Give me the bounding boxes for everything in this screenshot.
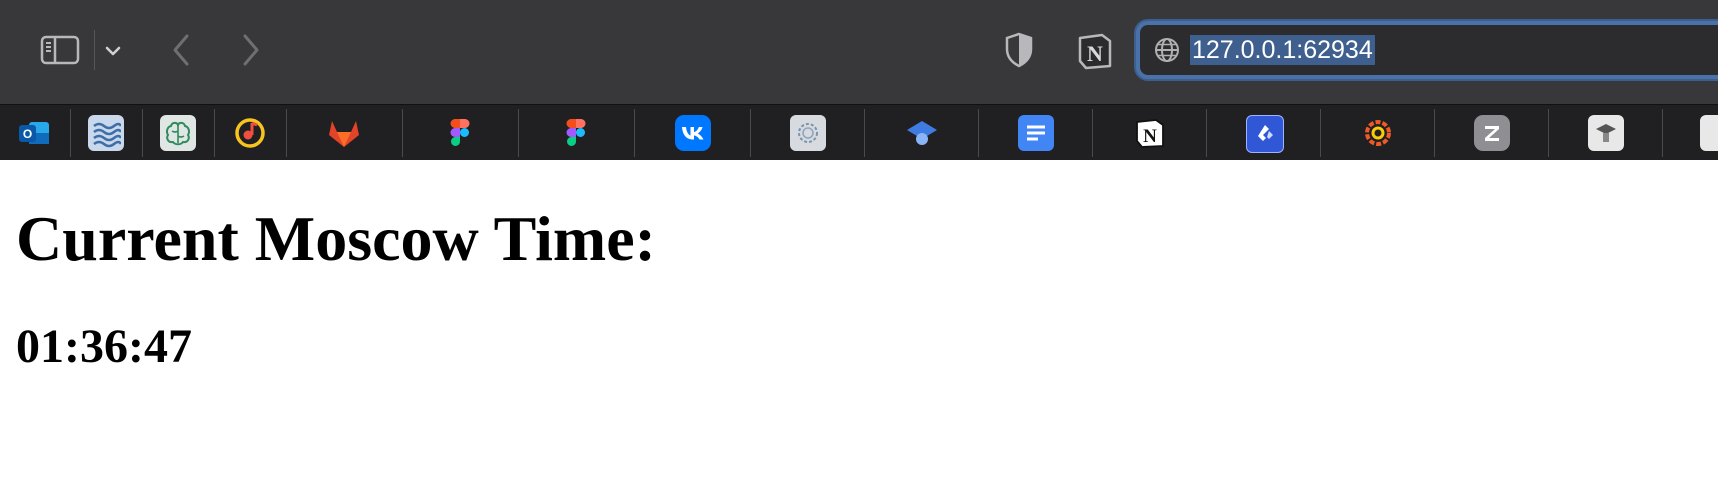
back-arrow-icon <box>173 34 189 66</box>
bookmark-divider <box>1548 109 1549 157</box>
jira-like-icon <box>1258 125 1273 141</box>
graduation-cap-icon <box>907 121 937 145</box>
bookmark-divider <box>1662 109 1663 157</box>
figma-icon <box>450 119 470 146</box>
bookmark-sketch-globe[interactable] <box>790 115 826 151</box>
bookmark-divider <box>750 109 751 157</box>
toolbar-divider <box>94 30 95 70</box>
bookmark-figma-1[interactable] <box>442 115 478 151</box>
bookmark-zotero[interactable] <box>1474 115 1510 151</box>
forward-button[interactable] <box>236 31 266 69</box>
gitlab-icon <box>329 121 359 147</box>
notion-extension-icon: N <box>1078 33 1112 70</box>
bookmark-divider <box>1206 109 1207 157</box>
tab-groups-menu-button[interactable] <box>100 38 126 64</box>
notion-icon: N <box>1136 119 1164 148</box>
bookmark-divider <box>518 109 519 157</box>
bookmark-figma-2[interactable] <box>558 115 594 151</box>
bookmark-divider <box>1092 109 1093 157</box>
bookmark-blue-app[interactable] <box>1246 115 1284 153</box>
waves-icon <box>93 122 121 148</box>
bookmark-brain[interactable] <box>160 115 196 151</box>
bookmark-divider <box>70 109 71 157</box>
music-icon <box>235 118 265 148</box>
bookmark-scholar[interactable] <box>1588 115 1624 151</box>
grafana-icon <box>1365 120 1391 146</box>
bookmark-divider <box>142 109 143 157</box>
page-title: Current Moscow Time: <box>16 203 656 274</box>
bookmark-divider <box>1434 109 1435 157</box>
chevron-down-icon <box>105 46 121 56</box>
bookmark-grafana[interactable] <box>1360 115 1396 151</box>
scholar-icon <box>1596 124 1616 142</box>
bookmark-music[interactable] <box>232 115 268 151</box>
forward-arrow-icon <box>243 34 259 66</box>
svg-text:N: N <box>1087 41 1103 66</box>
privacy-report-button[interactable] <box>1002 30 1036 70</box>
bookmark-docs[interactable] <box>1018 115 1054 151</box>
bookmark-vk[interactable] <box>675 115 711 151</box>
bookmark-divider <box>402 109 403 157</box>
moscow-time-value: 01:36:47 <box>16 320 192 373</box>
bookmark-graduation[interactable] <box>904 115 940 151</box>
sidebar-icon <box>40 35 80 65</box>
vk-icon <box>682 127 704 140</box>
bookmark-gitlab[interactable] <box>326 115 362 151</box>
svg-text:O: O <box>23 127 32 141</box>
bookmark-divider <box>864 109 865 157</box>
bookmark-divider <box>214 109 215 157</box>
outlook-icon: O <box>19 122 49 144</box>
sidebar-toggle-button[interactable] <box>38 34 82 66</box>
page-content: Current Moscow Time: 01:36:47 <box>0 160 1718 490</box>
bookmarks-bar: O N <box>0 104 1718 160</box>
bookmark-divider <box>286 109 287 157</box>
browser-toolbar: N 127.0.0.1:62934 <box>0 0 1718 104</box>
brain-icon <box>166 121 190 146</box>
globe-sketch-icon <box>798 123 818 143</box>
docs-icon <box>1027 125 1045 141</box>
bookmark-waves[interactable] <box>88 115 124 151</box>
bookmark-notion[interactable]: N <box>1132 115 1168 151</box>
notion-extension-button[interactable]: N <box>1074 30 1116 72</box>
bookmark-divider <box>634 109 635 157</box>
address-bar[interactable]: 127.0.0.1:62934 <box>1136 21 1718 79</box>
bookmark-divider <box>1320 109 1321 157</box>
privacy-shield-icon <box>1005 32 1033 68</box>
url-text[interactable]: 127.0.0.1:62934 <box>1190 35 1375 65</box>
bookmark-outlook[interactable]: O <box>16 115 52 151</box>
globe-icon <box>1155 38 1179 62</box>
svg-text:N: N <box>1143 126 1157 147</box>
zotero-icon <box>1485 126 1499 141</box>
back-button[interactable] <box>166 31 196 69</box>
bookmark-overflow[interactable] <box>1700 115 1718 151</box>
bookmark-divider <box>978 109 979 157</box>
figma-icon <box>566 119 586 146</box>
